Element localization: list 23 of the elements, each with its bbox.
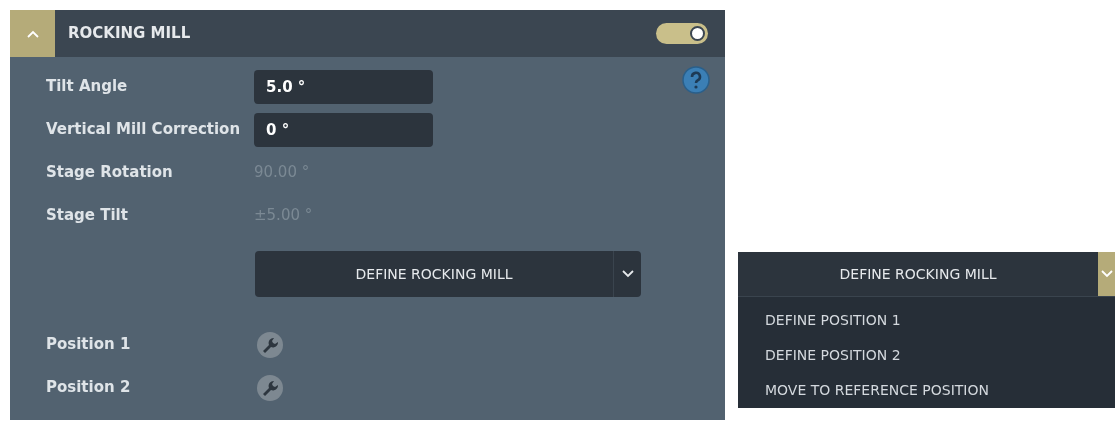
help-icon[interactable] xyxy=(682,66,710,94)
button-label: DEFINE ROCKING MILL xyxy=(838,264,998,284)
toggle-switch[interactable] xyxy=(656,23,708,44)
dropdown-button[interactable]: DEFINE ROCKING MILL xyxy=(738,252,1115,296)
wrench-icon[interactable] xyxy=(255,329,285,360)
chevron-icon xyxy=(621,270,634,278)
split-button[interactable]: DEFINE ROCKING MILL xyxy=(255,251,641,297)
chevron-icon xyxy=(26,29,39,38)
menu-item[interactable]: DEFINE POSITION 1 xyxy=(738,303,1115,338)
field-label: Stage Tilt xyxy=(46,205,129,227)
input-field[interactable]: 0 ° xyxy=(254,112,433,147)
menu-item[interactable]: DEFINE POSITION 2 xyxy=(738,338,1115,373)
chevron-icon xyxy=(1101,270,1113,278)
field-label: Tilt Angle xyxy=(46,76,129,98)
menu-item[interactable]: MOVE TO REFERENCE POSITION xyxy=(738,373,1115,408)
panel-title: ROCKING MILL xyxy=(68,23,192,45)
button-label: DEFINE ROCKING MILL xyxy=(354,264,514,284)
field-label: Stage Rotation xyxy=(46,162,174,184)
wrench-icon[interactable] xyxy=(255,372,285,403)
position-label: Position 2 xyxy=(46,377,132,399)
position-label: Position 1 xyxy=(46,334,132,356)
field-label: Vertical Mill Correction xyxy=(46,119,242,141)
input-field[interactable]: 5.0 ° xyxy=(254,69,433,104)
